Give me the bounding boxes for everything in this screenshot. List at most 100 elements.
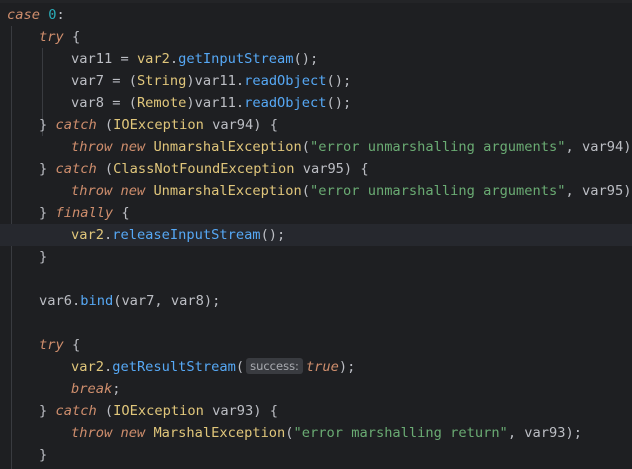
code-line[interactable]: } catch (ClassNotFoundException var95) { bbox=[0, 158, 632, 180]
code-token: } bbox=[39, 403, 56, 419]
code-editor[interactable]: case 0: try {var11 = var2.getInputStream(… bbox=[0, 0, 632, 469]
code-token: getInputStream bbox=[178, 51, 294, 67]
code-token: new bbox=[120, 425, 146, 441]
code-token: throw bbox=[71, 425, 113, 441]
code-token: new bbox=[120, 183, 146, 199]
code-token: var93 bbox=[212, 403, 254, 419]
code-token: (); bbox=[326, 73, 352, 89]
code-token: UnmarshalException bbox=[153, 139, 302, 155]
code-line[interactable]: throw new MarshalException("error marsha… bbox=[0, 422, 632, 444]
code-token: "error unmarshalling arguments" bbox=[310, 139, 566, 155]
code-line[interactable]: break; bbox=[0, 378, 632, 400]
code-line-text: throw new UnmarshalException("error unma… bbox=[71, 180, 632, 202]
code-token: } bbox=[39, 447, 48, 463]
code-token: = ( bbox=[103, 95, 137, 111]
code-token: catch bbox=[55, 403, 97, 419]
code-token: getResultStream bbox=[112, 359, 236, 375]
code-line-text: var2.releaseInputStream(); bbox=[71, 224, 285, 246]
code-token: ); bbox=[565, 425, 582, 441]
code-line[interactable]: } finally { bbox=[0, 202, 632, 224]
code-token: catch bbox=[55, 161, 97, 177]
code-token: var95 bbox=[302, 161, 344, 177]
code-token: { bbox=[63, 29, 81, 45]
code-token: "error marshalling return" bbox=[293, 425, 508, 441]
code-token: } bbox=[39, 117, 56, 133]
code-line[interactable]: var11 = var2.getInputStream(); bbox=[0, 48, 632, 70]
code-token: IOException bbox=[113, 117, 204, 133]
code-line[interactable]: var2.getResultStream(success: true); bbox=[0, 356, 632, 378]
code-line-text: var7 = (String)var11.readObject(); bbox=[71, 70, 351, 92]
code-token: ( bbox=[96, 117, 114, 133]
code-token: ); bbox=[623, 139, 632, 155]
code-token: var2 bbox=[136, 51, 170, 67]
code-line-text: } catch (IOException var94) { bbox=[39, 114, 278, 136]
code-token: var11 bbox=[71, 51, 113, 67]
code-line-text: var8 = (Remote)var11.readObject(); bbox=[71, 92, 351, 114]
code-token: try bbox=[39, 29, 64, 45]
editor-top-edge bbox=[0, 0, 632, 3]
code-line-text: var11 = var2.getInputStream(); bbox=[71, 48, 318, 70]
code-line[interactable] bbox=[0, 268, 632, 290]
code-token: = bbox=[112, 51, 137, 67]
code-line[interactable]: var7 = (String)var11.readObject(); bbox=[0, 70, 632, 92]
code-line-text: throw new MarshalException("error marsha… bbox=[71, 422, 582, 444]
code-token: var93 bbox=[524, 425, 566, 441]
code-token: true bbox=[305, 359, 339, 375]
code-token: (); bbox=[326, 95, 352, 111]
code-token: throw bbox=[71, 139, 113, 155]
code-token: ) { bbox=[253, 403, 279, 419]
code-token: , bbox=[565, 139, 582, 155]
code-line-text: } catch (ClassNotFoundException var95) { bbox=[39, 158, 369, 180]
code-token: IOException bbox=[113, 403, 204, 419]
code-line[interactable]: try { bbox=[0, 26, 632, 48]
code-token: , bbox=[154, 293, 171, 309]
code-token: . bbox=[235, 95, 245, 111]
code-line[interactable]: throw new UnmarshalException("error unma… bbox=[0, 136, 632, 158]
code-token: { bbox=[113, 205, 130, 221]
code-token: var7 bbox=[71, 73, 104, 89]
code-token: (); bbox=[260, 227, 286, 243]
code-line[interactable]: case 0: bbox=[0, 4, 632, 26]
code-line-text: } finally { bbox=[39, 202, 130, 224]
parameter-hint: success: bbox=[246, 358, 303, 374]
code-token: try bbox=[39, 337, 64, 353]
code-token: ) bbox=[186, 73, 195, 89]
code-token: ) bbox=[186, 95, 195, 111]
code-token: var11 bbox=[194, 95, 236, 111]
code-line-text: var2.getResultStream(success: true); bbox=[71, 356, 355, 378]
code-token: releaseInputStream bbox=[112, 227, 261, 243]
code-token: ); bbox=[203, 293, 221, 309]
code-line[interactable]: } bbox=[0, 246, 632, 268]
code-line[interactable]: var2.releaseInputStream(); bbox=[0, 224, 632, 246]
code-token: MarshalException bbox=[153, 425, 286, 441]
code-token: bind bbox=[80, 293, 114, 309]
code-token: readObject bbox=[244, 73, 327, 89]
code-token: var8 bbox=[170, 293, 204, 309]
code-token: readObject bbox=[244, 95, 327, 111]
code-line[interactable]: throw new UnmarshalException("error unma… bbox=[0, 180, 632, 202]
code-line-text: } catch (IOException var93) { bbox=[39, 400, 278, 422]
code-token: ( bbox=[301, 183, 311, 199]
code-token: var8 bbox=[71, 95, 104, 111]
code-token: ( bbox=[285, 425, 294, 441]
code-token: UnmarshalException bbox=[153, 183, 302, 199]
code-line-text: } bbox=[39, 246, 47, 268]
code-token: case bbox=[7, 7, 40, 23]
code-line[interactable]: var8 = (Remote)var11.readObject(); bbox=[0, 92, 632, 114]
code-token: . bbox=[169, 51, 179, 67]
code-line-text: throw new UnmarshalException("error unma… bbox=[71, 136, 632, 158]
code-line[interactable]: } catch (IOException var94) { bbox=[0, 114, 632, 136]
code-token: = ( bbox=[103, 73, 137, 89]
code-line[interactable]: } catch (IOException var93) { bbox=[0, 400, 632, 422]
code-token: ( bbox=[301, 139, 311, 155]
code-line[interactable]: } bbox=[0, 444, 632, 466]
code-line[interactable]: try { bbox=[0, 334, 632, 356]
code-token: , bbox=[507, 425, 525, 441]
code-line[interactable] bbox=[0, 312, 632, 334]
code-token: catch bbox=[55, 117, 97, 133]
code-line[interactable]: var6.bind(var7, var8); bbox=[0, 290, 632, 312]
